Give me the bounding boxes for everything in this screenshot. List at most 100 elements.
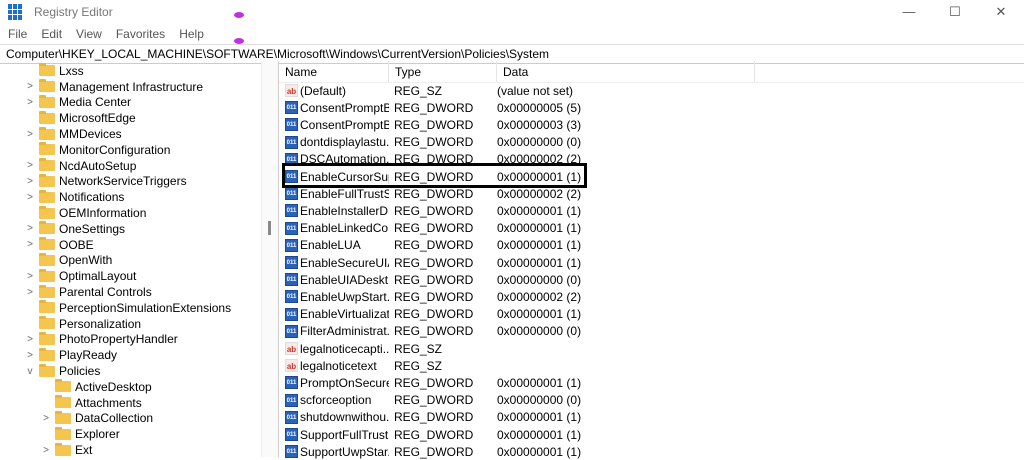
binary-value-icon: 011: [285, 445, 298, 459]
tree-item[interactable]: Attachments: [40, 395, 142, 411]
tree-item[interactable]: Lxss: [24, 63, 84, 79]
tree-item[interactable]: > OneSettings: [24, 221, 125, 237]
value-row[interactable]: ab legalnoticetext REG_SZ: [279, 357, 497, 374]
tree-scrollbar[interactable]: [261, 61, 278, 457]
maximize-button[interactable]: ☐: [932, 4, 978, 20]
highlight-box: [282, 163, 587, 188]
chevron-right-icon[interactable]: >: [24, 129, 36, 140]
value-row[interactable]: 011ConsentPromptB... REG_DWORD 0x00000003 …: [279, 116, 581, 133]
tree-item[interactable]: > NcdAutoSetup: [24, 158, 136, 174]
chevron-right-icon[interactable]: >: [24, 223, 36, 234]
tree-item[interactable]: > Media Center: [24, 94, 131, 111]
menu-file[interactable]: File: [8, 27, 27, 41]
value-type: REG_DWORD: [394, 117, 474, 132]
minimize-button[interactable]: —: [886, 4, 932, 20]
binary-value-icon: 011: [285, 393, 298, 407]
tree-item-label: OpenWith: [59, 253, 113, 268]
tree-item[interactable]: > OptimalLayout: [24, 268, 136, 284]
column-headers: Name Type Data: [279, 61, 1024, 83]
tree-item[interactable]: OpenWith: [24, 252, 113, 269]
tree-item-label: Parental Controls: [59, 285, 152, 300]
tree-item[interactable]: > OOBE: [24, 237, 94, 253]
tree-item[interactable]: > MMDevices: [24, 126, 122, 142]
tree-item-label: MMDevices: [59, 127, 122, 142]
tree-item[interactable]: > Ext: [40, 442, 92, 457]
value-row[interactable]: ab legalnoticecapti... REG_SZ: [279, 340, 497, 357]
close-button[interactable]: ✕: [978, 4, 1024, 20]
chevron-right-icon[interactable]: >: [24, 271, 36, 282]
window-title: Registry Editor: [34, 5, 113, 19]
value-row[interactable]: 011 EnableUwpStart... REG_DWORD 0x00000002 …: [279, 288, 581, 305]
value-name: legalnoticetext: [300, 358, 377, 373]
value-row[interactable]: 011ConsentPromptB... REG_DWORD 0x00000005 …: [279, 99, 581, 116]
scrollbar-thumb[interactable]: [268, 221, 271, 235]
tree-item[interactable]: ActiveDesktop: [40, 379, 152, 395]
title-bar: Registry Editor — ☐ ✕: [0, 0, 1024, 24]
chevron-right-icon[interactable]: >: [40, 445, 52, 456]
value-type: REG_DWORD: [394, 410, 474, 425]
menu-view[interactable]: View: [76, 27, 102, 41]
folder-icon: [55, 410, 71, 424]
chevron-right-icon[interactable]: >: [24, 334, 36, 345]
value-row[interactable]: 011EnableVirtualizat... REG_DWORD 0x000000…: [279, 306, 581, 323]
value-row[interactable]: 011EnableSecureUIA... REG_DWORD 0x00000001…: [279, 254, 581, 271]
value-row[interactable]: 011 EnableUIADeskt... REG_DWORD 0x00000000 …: [279, 271, 581, 288]
value-row[interactable]: 011 SupportUwpStar... REG_DWORD 0x00000001 …: [279, 443, 581, 460]
folder-icon: [39, 173, 55, 187]
tree-item[interactable]: > Notifications: [24, 189, 124, 205]
value-row[interactable]: 011 dontdisplaylastu... REG_DWORD 0x0000000…: [279, 134, 581, 151]
column-type[interactable]: Type: [389, 61, 497, 82]
tree-item-label: Notifications: [59, 190, 125, 205]
value-row[interactable]: ab (Default) REG_SZ (value not set): [279, 82, 573, 99]
chevron-right-icon[interactable]: >: [24, 176, 36, 187]
menu-help[interactable]: Help: [179, 27, 204, 41]
chevron-right-icon[interactable]: >: [24, 287, 36, 298]
chevron-right-icon[interactable]: >: [24, 192, 36, 203]
chevron-right-icon[interactable]: >: [24, 350, 36, 361]
folder-icon: [55, 379, 71, 393]
tree-item[interactable]: > PlayReady: [24, 347, 117, 363]
menu-edit[interactable]: Edit: [41, 27, 62, 41]
tree-item[interactable]: > PhotoPropertyHandler: [24, 331, 178, 348]
tree-item[interactable]: MonitorConfiguration: [24, 142, 170, 158]
value-row[interactable]: 011 EnableInstallerD... REG_DWORD 0x0000000…: [279, 202, 581, 219]
value-data: 0x00000002 (2): [497, 186, 582, 201]
chevron-right-icon[interactable]: >: [24, 97, 36, 108]
binary-value-icon: 011: [285, 428, 298, 442]
chevron-right-icon[interactable]: >: [24, 81, 36, 92]
value-row[interactable]: 011 EnableLinkedCo... REG_DWORD 0x00000001 …: [279, 220, 581, 237]
column-name[interactable]: Name: [279, 61, 389, 82]
tree-item[interactable]: Personalization: [24, 316, 141, 332]
values-list[interactable]: Name Type Data ab (Default) REG_SZ (value n…: [279, 61, 1024, 460]
value-type: REG_DWORD: [394, 307, 474, 322]
tree-item[interactable]: > Parental Controls: [24, 284, 152, 300]
value-row[interactable]: 011 scforceoption REG_DWORD 0x00000000 (0): [279, 392, 581, 409]
chevron-right-icon[interactable]: >: [24, 239, 36, 250]
value-row[interactable]: 011PromptOnSecure... REG_DWORD 0x00000001 …: [279, 374, 581, 391]
key-tree[interactable]: Lxss > Management Infrastructure > Media Cen…: [0, 61, 279, 457]
value-type: REG_DWORD: [394, 324, 474, 339]
chevron-down-icon[interactable]: v: [24, 366, 36, 377]
binary-value-icon: 011: [285, 204, 298, 218]
tree-item[interactable]: Explorer: [40, 426, 120, 442]
value-type: REG_DWORD: [394, 375, 474, 390]
menu-favorites[interactable]: Favorites: [116, 27, 165, 41]
column-data[interactable]: Data: [497, 61, 755, 82]
binary-value-icon: 011: [285, 376, 298, 390]
tree-item[interactable]: > Management Infrastructure: [24, 79, 203, 95]
tree-item[interactable]: PerceptionSimulationExtensions: [24, 300, 231, 316]
tree-item[interactable]: OEMInformation: [24, 205, 146, 221]
tree-item[interactable]: MicrosoftEdge: [24, 110, 136, 126]
chevron-right-icon[interactable]: >: [24, 160, 36, 171]
value-name: ConsentPromptB...: [300, 100, 389, 115]
value-row[interactable]: 011 SupportFullTrust... REG_DWORD 0x0000000…: [279, 426, 581, 443]
value-type: REG_SZ: [394, 358, 443, 373]
value-row[interactable]: 011 shutdownwithou... REG_DWORD 0x00000001 …: [279, 409, 581, 426]
chevron-right-icon[interactable]: >: [40, 413, 52, 424]
tree-item-label: ActiveDesktop: [75, 379, 152, 394]
tree-item[interactable]: > NetworkServiceTriggers: [24, 173, 187, 190]
value-row[interactable]: 011 FilterAdministrat... REG_DWORD 0x000000…: [279, 323, 581, 340]
tree-item[interactable]: v Policies: [24, 363, 100, 379]
tree-item[interactable]: > DataCollection: [40, 410, 153, 427]
value-row[interactable]: 011 EnableLUA REG_DWORD 0x00000001 (1): [279, 237, 581, 254]
